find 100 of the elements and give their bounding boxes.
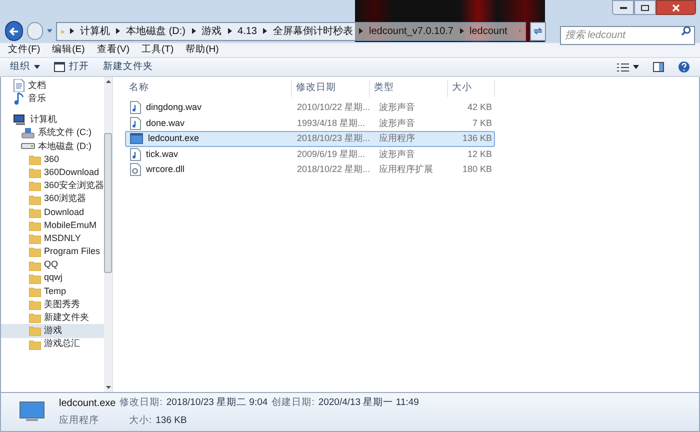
tree-item[interactable]: MSDNLY: [1, 232, 104, 246]
close-button[interactable]: [656, 0, 696, 15]
tree-item[interactable]: 本地磁盘 (D:): [1, 140, 104, 153]
detail-value: 2018/10/23 星期二 9:04: [166, 396, 268, 410]
scrollbar[interactable]: [104, 77, 112, 392]
folder-icon: [29, 246, 41, 258]
detail-value: 2020/4/13 星期一 11:49: [318, 396, 419, 410]
tree-item[interactable]: 音乐: [1, 92, 104, 106]
minimize-button[interactable]: [612, 0, 634, 15]
menu-item[interactable]: 帮助(H): [184, 42, 221, 58]
audio-file-icon: [130, 101, 141, 114]
detail-label: 大小:: [129, 414, 152, 428]
column-header[interactable]: 大小: [448, 80, 495, 97]
maximize-icon: [641, 4, 649, 10]
tree-item[interactable]: 360: [1, 152, 104, 166]
file-type: 应用程序: [59, 414, 100, 428]
menu-item[interactable]: 查看(V): [94, 42, 132, 58]
refresh-icon: [532, 27, 543, 35]
breadcrumb[interactable]: 全屏幕倒计时秒表: [272, 24, 353, 38]
breadcrumb[interactable]: 4.13: [238, 24, 257, 38]
breadcrumb[interactable]: ledcount: [470, 24, 508, 38]
detail-value: 136 KB: [156, 414, 187, 428]
open-button[interactable]: 打开: [54, 60, 89, 74]
size-cell-text: 7 KB: [471, 116, 493, 130]
file-name: wrcore.dll: [146, 163, 185, 176]
breadcrumb-separator-icon: [460, 28, 464, 34]
breadcrumb[interactable]: 计算机: [80, 24, 110, 38]
tree-item[interactable]: Download: [1, 206, 104, 219]
breadcrumb-separator-icon: [116, 28, 120, 34]
file-name: ledcount.exe: [59, 396, 116, 411]
column-header[interactable]: 名称: [125, 80, 292, 97]
scroll-up-icon: [106, 80, 111, 83]
window-icon: [54, 62, 65, 72]
breadcrumb[interactable]: ledcount_v7.0.10.7: [368, 24, 454, 38]
column-header[interactable]: 修改日期: [292, 80, 370, 97]
close-icon: [672, 4, 680, 12]
size-cell-text: 136 KB: [461, 132, 493, 145]
tree-item[interactable]: 系统文件 (C:): [1, 126, 104, 140]
type-cell: 应用程序扩展: [379, 164, 433, 174]
help-button[interactable]: [678, 61, 690, 73]
monitor-icon: [19, 401, 45, 423]
audio-file-icon: [130, 116, 141, 130]
folder-icon: [29, 154, 41, 166]
organize-button[interactable]: 组织: [10, 60, 40, 74]
date-cell: 2009/6/19 星期...: [297, 148, 366, 158]
address-bar[interactable]: 计算机 本地磁盘 (D:) 游戏 4.13 全屏幕倒计时秒表 ledcount_v7.0.10.7 ledcount: [56, 22, 526, 40]
type-cell: 波形声音: [379, 102, 415, 112]
file-name: ledcount.exe: [148, 132, 200, 145]
music-note-icon: [13, 92, 25, 106]
tree-item[interactable]: Temp: [1, 284, 104, 298]
type-cell: 波形声音: [379, 148, 415, 158]
breadcrumb[interactable]: 游戏: [202, 24, 222, 38]
tree-item[interactable]: 新建文件夹: [1, 311, 104, 324]
preview-pane-button[interactable]: [653, 62, 664, 72]
folder-icon: [29, 272, 41, 284]
tree-item[interactable]: qqwj: [1, 272, 104, 285]
column-header[interactable]: 类型: [370, 80, 448, 97]
breadcrumb-separator-icon: [228, 28, 232, 34]
file-name: done.wav: [146, 116, 185, 130]
file-row[interactable]: wrcore.dll 2018/10/22 星期... 应用程序扩展 180 KB: [125, 162, 495, 178]
menu-item[interactable]: 文件(F): [6, 42, 42, 58]
breadcrumb-separator-icon: [192, 28, 196, 34]
folder-icon: [29, 194, 41, 205]
computer-icon: [13, 114, 27, 126]
preview-pane-icon: [653, 62, 664, 72]
breadcrumb[interactable]: 本地磁盘 (D:): [126, 24, 186, 38]
back-arrow-icon: [8, 26, 19, 36]
date-cell: 2010/10/22 星期...: [297, 102, 370, 112]
tree-item[interactable]: MobileEmuM: [1, 218, 104, 232]
menu-item[interactable]: 工具(T): [139, 42, 176, 58]
tree-item[interactable]: 游戏: [1, 324, 104, 338]
list-view-icon: [617, 62, 629, 72]
file-row[interactable]: dingdong.wav 2010/10/22 星期... 波形声音 42 KB: [125, 100, 495, 116]
tree-item[interactable]: 360Download: [1, 166, 104, 180]
view-options-button[interactable]: [617, 62, 639, 72]
menu-item[interactable]: 编辑(E): [50, 42, 87, 58]
file-row[interactable]: ledcount.exe 2018/10/23 星期... 应用程序 136 KB: [125, 131, 495, 146]
tree-item[interactable]: 文档: [1, 79, 104, 92]
file-name: tick.wav: [146, 148, 178, 160]
date-cell: 2018/10/23 星期...: [297, 133, 370, 143]
file-row[interactable]: tick.wav 2009/6/19 星期... 波形声音 12 KB: [125, 146, 495, 162]
scroll-down-icon: [106, 386, 111, 389]
scrollbar-thumb[interactable]: [104, 133, 112, 273]
date-cell: 1993/4/18 星期...: [297, 118, 366, 128]
tree-item[interactable]: 游戏总汇: [1, 338, 104, 351]
dropdown-arrow-icon: [34, 65, 40, 69]
folder-icon: [29, 167, 41, 178]
new-folder-button[interactable]: 新建文件夹: [103, 60, 153, 74]
folder-icon: [29, 206, 41, 218]
type-cell: 应用程序: [379, 133, 415, 143]
tree-item[interactable]: Program Files: [1, 245, 104, 258]
maximize-button[interactable]: [634, 0, 656, 15]
file-row[interactable]: done.wav 1993/4/18 星期... 波形声音 7 KB: [125, 116, 495, 131]
back-button[interactable]: [5, 21, 23, 41]
tree-item[interactable]: 计算机: [1, 113, 104, 127]
tree-item[interactable]: 美图秀秀: [1, 298, 104, 312]
tree-item[interactable]: QQ: [1, 258, 104, 272]
tree-item[interactable]: 360安全浏览器: [1, 179, 104, 192]
search-field[interactable]: 搜索 ledcount: [560, 26, 696, 44]
tree-item[interactable]: 360浏览器: [1, 192, 104, 206]
